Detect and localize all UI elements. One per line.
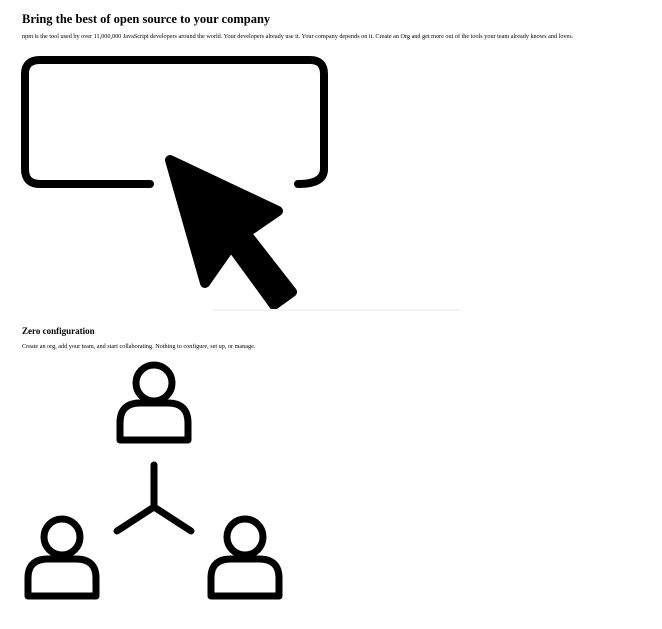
section-description: Create an org, add your team, and start …: [22, 343, 256, 350]
team-network-icon: [24, 361, 283, 600]
cursor-click-icon: [21, 56, 462, 311]
person-icon-right: [207, 515, 283, 600]
section-title: Zero configuration: [22, 326, 95, 336]
section-description: npm is the tool used by over 11,000,000 …: [22, 33, 574, 40]
person-icon-left: [24, 515, 100, 600]
person-icon-top: [116, 361, 192, 444]
network-connector: [113, 461, 195, 535]
arrow-cursor: [165, 155, 297, 310]
section-title: Bring the best of open source to your co…: [22, 12, 271, 26]
